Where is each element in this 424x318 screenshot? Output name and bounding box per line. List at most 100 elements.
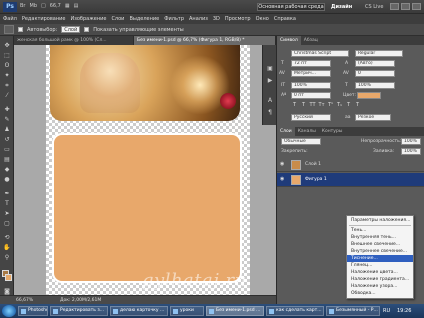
menu-analysis[interactable]: Анализ	[189, 16, 208, 22]
character-panel-icon[interactable]: A	[266, 97, 274, 104]
menu-edit[interactable]: Редактирование	[22, 16, 66, 22]
opacity-field[interactable]: 100%	[401, 138, 421, 145]
close-icon[interactable]	[412, 3, 421, 10]
layer-row[interactable]: ◉ Слой 1	[277, 158, 424, 172]
leading-field[interactable]: (Авто)	[355, 60, 395, 67]
menu-filter[interactable]: Фильтр	[164, 16, 184, 22]
language-indicator[interactable]: RU	[383, 308, 390, 314]
zoom-level-select[interactable]: 66,7	[50, 3, 61, 9]
move-tool-icon[interactable]: ✥	[3, 42, 11, 49]
brush-tool-icon[interactable]: ✎	[3, 116, 11, 123]
faux-italic-button[interactable]: T	[300, 102, 307, 109]
subscript-button[interactable]: T₁	[336, 102, 343, 109]
clone-stamp-icon[interactable]: ♟	[3, 126, 11, 133]
blur-tool-icon[interactable]: ◆	[3, 166, 11, 173]
gradient-tool-icon[interactable]: ▤	[3, 156, 11, 163]
history-brush-icon[interactable]: ↺	[3, 136, 11, 143]
tab-character[interactable]: Символ	[277, 36, 301, 45]
paragraph-panel-icon[interactable]: ¶	[266, 109, 274, 116]
healing-brush-icon[interactable]: ✚	[3, 106, 11, 113]
taskbar-item[interactable]: как сделать карт...	[266, 306, 324, 316]
workspace-switcher[interactable]: Основная рабочая среда	[257, 3, 325, 11]
taskbar-item[interactable]: Редактировать з...	[50, 306, 108, 316]
background-color-swatch[interactable]	[5, 274, 12, 281]
menu-item-bevel-emboss[interactable]: Тиснение...	[347, 255, 413, 262]
underline-button[interactable]: T	[345, 102, 352, 109]
faux-bold-button[interactable]: T	[291, 102, 298, 109]
tab-paragraph[interactable]: Абзац	[301, 36, 321, 45]
hand-tool-icon[interactable]: ✋	[3, 244, 11, 251]
menu-item-inner-shadow[interactable]: Внутренняя тень...	[347, 234, 413, 241]
menu-file[interactable]: Файл	[3, 16, 17, 22]
menu-window[interactable]: Окно	[256, 16, 269, 22]
menu-3d[interactable]: 3D	[213, 16, 220, 22]
3d-rotate-icon[interactable]: ⟲	[3, 234, 11, 241]
tab-layers[interactable]: Слои	[277, 127, 295, 136]
lasso-tool-icon[interactable]: ʘ	[3, 62, 11, 69]
tab-document-2[interactable]: Без имени-1.psd @ 66,7% (Фигура 1, RGB/8…	[134, 36, 276, 45]
font-size-field[interactable]: 72 пт	[291, 60, 331, 67]
screen-mode-icon[interactable]: ▤	[74, 3, 79, 9]
fill-field[interactable]: 100%	[401, 148, 421, 155]
taskbar-item-photoshop[interactable]: Photoshop	[18, 306, 48, 316]
language-select[interactable]: Русский	[291, 114, 331, 121]
path-selection-icon[interactable]: ➤	[3, 210, 11, 217]
zoom-tool-icon[interactable]: ⚲	[3, 254, 11, 261]
magic-wand-icon[interactable]: ✦	[3, 72, 11, 79]
menu-item-pattern-overlay[interactable]: Наложение узора...	[347, 283, 413, 290]
minibridge-button[interactable]: Mb	[30, 3, 38, 9]
taskbar-item-active[interactable]: Без имени-1.psd ...	[206, 306, 264, 316]
arrange-documents-icon[interactable]: ▦	[65, 3, 70, 9]
view-extras-icon[interactable]: □	[41, 3, 46, 9]
menu-item-outer-glow[interactable]: Внешнее свечение...	[347, 241, 413, 248]
cs-live-button[interactable]: CS Live	[365, 4, 383, 10]
history-panel-icon[interactable]: ▣	[266, 65, 274, 72]
dodge-tool-icon[interactable]: ●	[3, 176, 11, 183]
type-tool-icon[interactable]: T	[3, 200, 11, 207]
small-caps-button[interactable]: Tт	[318, 102, 325, 109]
vertical-scale-field[interactable]: 100%	[291, 82, 331, 89]
document-canvas[interactable]	[46, 45, 250, 295]
menu-help[interactable]: Справка	[274, 16, 296, 22]
menu-select[interactable]: Выделение	[129, 16, 159, 22]
text-color-swatch[interactable]	[357, 92, 381, 99]
eyedropper-icon[interactable]: ⁄	[3, 92, 11, 99]
taskbar-item[interactable]: делаю карточку ...	[110, 306, 168, 316]
baseline-shift-field[interactable]: 0 пт	[291, 92, 331, 99]
tab-document-1[interactable]: женская большой рамк @ 100% (Сл...	[14, 36, 134, 45]
visibility-eye-icon[interactable]: ◉	[280, 177, 286, 182]
blend-mode-select[interactable]: Обычные	[281, 138, 321, 145]
maximize-icon[interactable]	[401, 3, 410, 10]
horizontal-scale-field[interactable]: 100%	[355, 82, 395, 89]
menu-image[interactable]: Изображение	[70, 16, 106, 22]
menu-item-inner-glow[interactable]: Внутреннее свечение...	[347, 248, 413, 255]
eraser-icon[interactable]: ▭	[3, 146, 11, 153]
quick-mask-icon[interactable]: ◙	[3, 288, 11, 295]
move-tool-preset-icon[interactable]	[4, 25, 14, 34]
rounded-rectangle-shape[interactable]	[52, 133, 242, 283]
marquee-tool-icon[interactable]: ⬚	[3, 52, 11, 59]
font-style-select[interactable]: Regular	[355, 50, 403, 57]
auto-select-dropdown[interactable]: Слой	[61, 26, 81, 33]
menu-item-stroke[interactable]: Обводка...	[347, 290, 413, 297]
system-clock[interactable]: 19:26	[397, 308, 411, 314]
menu-item-satin[interactable]: Глянец...	[347, 262, 413, 269]
show-controls-checkbox[interactable]	[84, 27, 90, 32]
menu-view[interactable]: Просмотр	[225, 16, 251, 22]
actions-panel-icon[interactable]: ▶	[266, 77, 274, 84]
tab-paths[interactable]: Контуры	[319, 127, 346, 136]
design-workspace-button[interactable]: Дизайн	[331, 4, 352, 10]
menu-item-drop-shadow[interactable]: Тень...	[347, 227, 413, 234]
zoom-readout[interactable]: 66,67%	[16, 298, 33, 303]
menu-item-blending-options[interactable]: Параметры наложения...	[347, 217, 413, 224]
shape-tool-icon[interactable]: ▢	[3, 220, 11, 227]
anti-alias-select[interactable]: Резкое	[355, 114, 391, 121]
superscript-button[interactable]: T¹	[327, 102, 334, 109]
kerning-field[interactable]: Метрич...	[291, 70, 331, 77]
strikethrough-button[interactable]: T	[354, 102, 361, 109]
canvas-area[interactable]	[14, 45, 276, 295]
bridge-button[interactable]: Br	[20, 3, 26, 9]
tracking-field[interactable]: 0	[355, 70, 395, 77]
menu-layers[interactable]: Слои	[111, 16, 124, 22]
layer-row-selected[interactable]: ◉ Фигура 1	[277, 173, 424, 187]
